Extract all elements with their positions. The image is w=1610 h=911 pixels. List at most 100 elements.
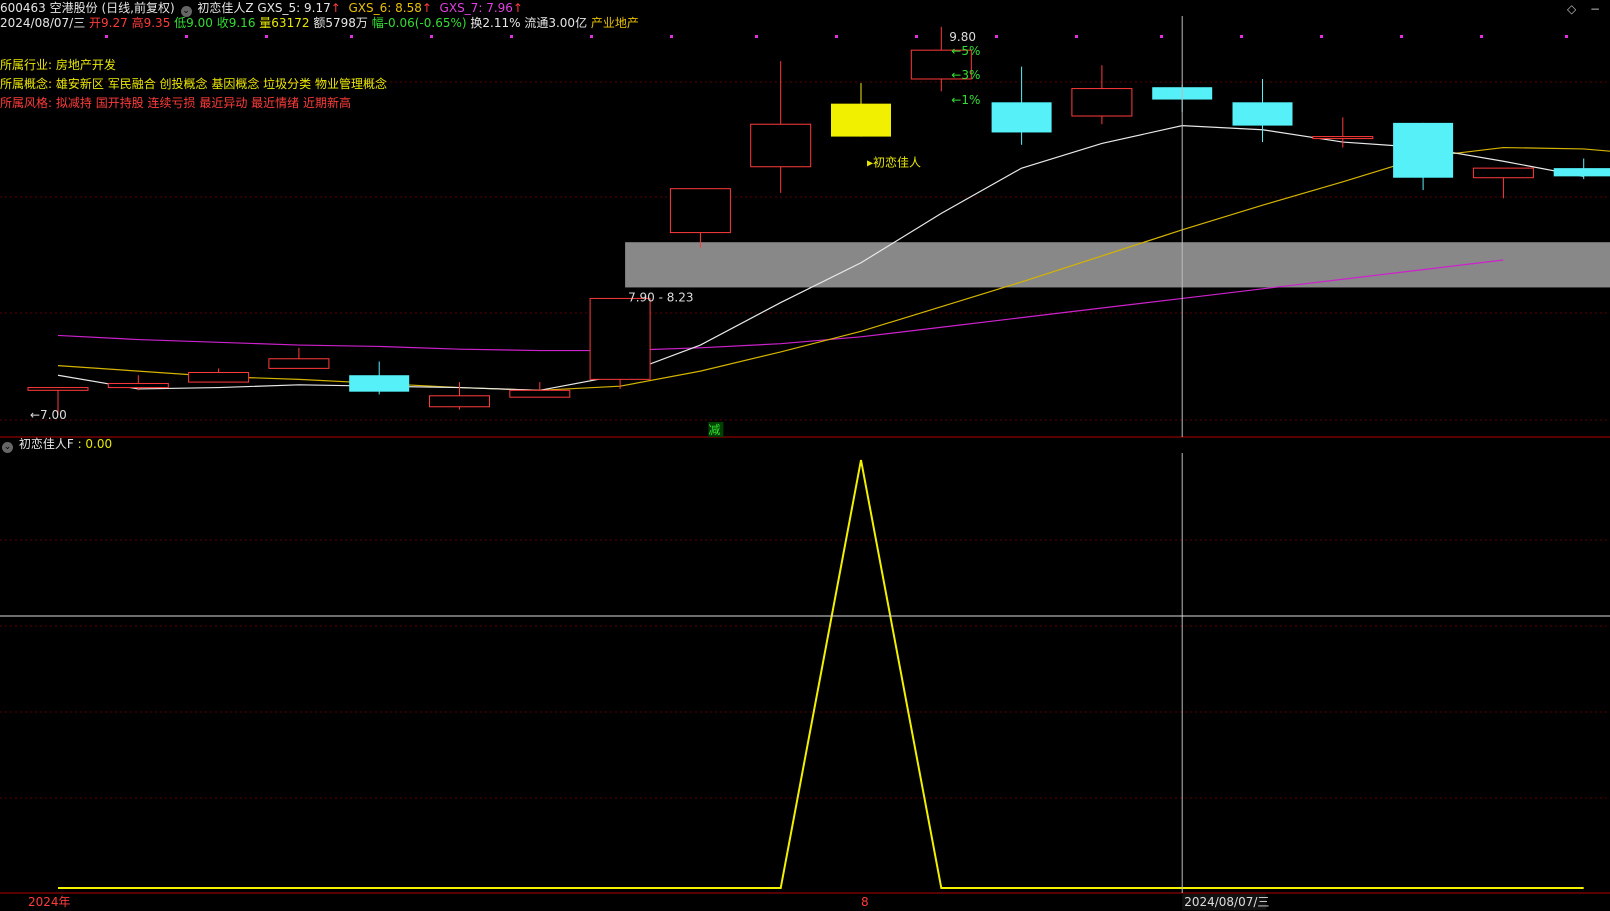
signal-line <box>58 459 1584 889</box>
marker-dot <box>1400 35 1403 38</box>
pct1-label: ←1% <box>951 93 980 107</box>
candle-body <box>831 103 891 137</box>
xaxis-year-label: 2024年 <box>28 895 71 909</box>
up-arrow-icon: ↑ <box>330 1 341 15</box>
candle-body <box>991 102 1052 133</box>
candle-body <box>589 297 651 380</box>
indicator-name[interactable]: 初恋佳人Z <box>197 1 253 15</box>
chart-canvas[interactable]: 9.80←5% ←3% ←1% ←7.00 ▸初恋佳人 7.90 - 8.23 减 2024年… <box>0 0 1610 911</box>
candle <box>1553 158 1610 180</box>
minimize-icon[interactable]: − <box>1590 2 1600 16</box>
sub-panel-title: ⌄ 初恋佳人F : 0.00 <box>0 436 112 453</box>
open-price: 开9.27 <box>89 16 128 30</box>
candle-body <box>268 358 330 369</box>
volume: 量63172 <box>259 16 310 30</box>
concept-label: 所属概念: <box>0 77 53 91</box>
candle-body <box>1393 122 1454 178</box>
chevron-down-icon[interactable]: ⌄ <box>2 442 13 453</box>
header-row-2: 2024/08/07/三 开9.27 高9.35 低9.00 收9.16 量63… <box>0 15 639 31</box>
candle <box>1393 122 1454 191</box>
industry-line: 所属行业: 房地产开发 <box>0 57 116 73</box>
period-label[interactable]: (日线,前复权) <box>101 1 174 15</box>
concept-line: 所属概念: 雄安新区 军民融合 创投概念 基因概念 垃圾分类 物业管理概念 <box>0 76 387 92</box>
marker-dot <box>1160 35 1163 38</box>
candle <box>589 297 651 389</box>
marker-dot <box>1480 35 1483 38</box>
amount: 额5798万 <box>313 16 368 30</box>
candle <box>750 61 812 193</box>
candle-body <box>1553 168 1610 177</box>
marker-dot <box>915 35 918 38</box>
marker-dot <box>995 35 998 38</box>
marker-dot <box>835 35 838 38</box>
marker-dot <box>185 35 188 38</box>
high-price: 高9.35 <box>131 16 171 30</box>
marker-dot <box>1565 35 1568 38</box>
marker-dot <box>1320 35 1323 38</box>
low-price: 低9.00 <box>174 16 213 30</box>
diamond-icon[interactable]: ◇ <box>1567 2 1576 16</box>
gxs7-value: 7.96 <box>486 1 513 15</box>
marker-dot <box>755 35 758 38</box>
marker-dot <box>510 35 513 38</box>
candle <box>268 347 330 369</box>
float-cap: 流通3.00亿 <box>524 16 588 30</box>
candle-body <box>1312 136 1374 140</box>
gxs6-value: 8.58 <box>395 1 422 15</box>
marker-dot <box>105 35 108 38</box>
marker-dot <box>430 35 433 38</box>
gxs5-value: 9.17 <box>304 1 331 15</box>
style-values[interactable]: 拟减持 国开持股 连续亏损 最近异动 最近情绪 近期新高 <box>56 96 351 110</box>
annotations: 9.80←5% ←3% ←1% ←7.00 ▸初恋佳人 7.90 - 8.23 减 2024年… <box>28 30 1269 910</box>
marker-dot <box>670 35 673 38</box>
close-price: 收9.16 <box>216 16 256 30</box>
low-price-label: ←7.00 <box>30 408 67 422</box>
candle-body <box>509 389 571 398</box>
high-price-label: 9.80 <box>949 30 976 44</box>
candle <box>669 188 731 248</box>
pct3-label: ←3% <box>951 68 980 82</box>
gxs6-label: GXS_6: <box>348 1 392 15</box>
candle-body <box>107 382 169 389</box>
candle <box>188 368 250 383</box>
stock-code: 600463 <box>0 1 46 15</box>
pct5-label: ←5% <box>951 44 980 58</box>
xaxis-month-label: 8 <box>861 895 869 909</box>
category[interactable]: 产业地产 <box>591 16 639 30</box>
marker-dot <box>1075 35 1078 38</box>
candle <box>1071 65 1133 125</box>
quote-date: 2024/08/07/三 <box>0 16 86 30</box>
change: 幅-0.06(-0.65%) <box>371 16 467 30</box>
candle <box>991 66 1052 145</box>
industry-value[interactable]: 房地产开发 <box>56 58 116 72</box>
marker-dot <box>590 35 593 38</box>
concept-values[interactable]: 雄安新区 军民融合 创投概念 基因概念 垃圾分类 物业管理概念 <box>56 77 387 91</box>
style-label: 所属风格: <box>0 96 53 110</box>
zone-label: 7.90 - 8.23 <box>628 290 693 304</box>
candle-body <box>27 387 89 391</box>
candle-body <box>750 123 812 168</box>
candle-body <box>349 375 410 392</box>
up-arrow-icon: ↑ <box>512 1 523 15</box>
sub-indicator-name[interactable]: 初恋佳人F <box>19 437 74 451</box>
style-line: 所属风格: 拟减持 国开持股 连续亏损 最近异动 最近情绪 近期新高 <box>0 95 351 111</box>
marker-dot <box>350 35 353 38</box>
candle-body <box>1071 88 1133 117</box>
signal-label: ▸初恋佳人 <box>867 155 921 170</box>
candle-body <box>429 395 490 408</box>
stock-name[interactable]: 空港股份 <box>50 1 98 15</box>
candle-body <box>1472 167 1534 179</box>
industry-label: 所属行业: <box>0 58 53 72</box>
gxs7-label: GXS_7: <box>439 1 483 15</box>
candle <box>349 361 410 395</box>
marker-dot <box>1240 35 1243 38</box>
signal-series <box>58 459 1584 889</box>
up-arrow-icon: ↑ <box>421 1 432 15</box>
candle <box>107 375 169 391</box>
cursor-date-label: 2024/08/07/三 <box>1184 895 1269 909</box>
candle <box>831 83 891 137</box>
candle-body <box>1232 102 1293 126</box>
candle <box>1472 167 1534 199</box>
marker-dot <box>265 35 268 38</box>
sub-indicator-value: : 0.00 <box>77 437 113 451</box>
